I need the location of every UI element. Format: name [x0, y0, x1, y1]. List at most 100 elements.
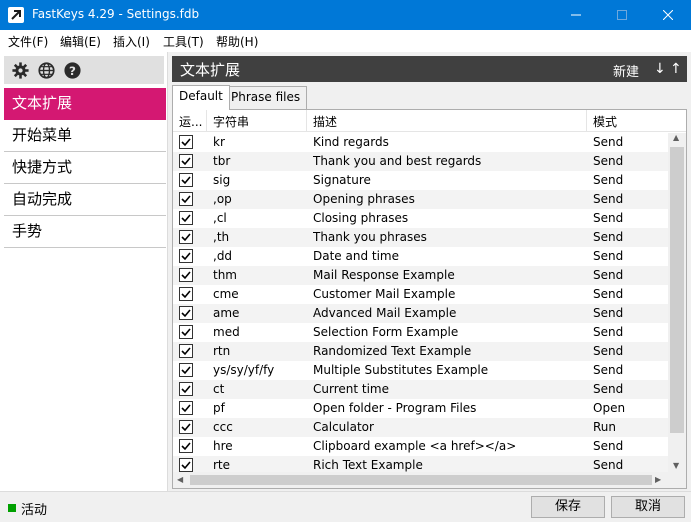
enabled-checkbox[interactable] — [179, 439, 193, 453]
scroll-up-arrow-icon[interactable]: ▲ — [673, 133, 679, 143]
mode-cell: Send — [593, 439, 624, 453]
mode-cell: Send — [593, 344, 624, 358]
gear-icon[interactable] — [12, 62, 29, 79]
checkmark-icon — [181, 347, 191, 356]
tab-phrase-files[interactable]: Phrase files — [224, 86, 308, 109]
enabled-checkbox[interactable] — [179, 344, 193, 358]
description-cell: Thank you phrases — [313, 230, 427, 244]
enabled-checkbox[interactable] — [179, 173, 193, 187]
mode-cell: Send — [593, 173, 624, 187]
maximize-button[interactable] — [599, 0, 645, 30]
scroll-left-arrow-icon[interactable]: ◀ — [177, 475, 183, 485]
table-row[interactable]: thm Mail Response Example Send — [173, 266, 668, 285]
checkmark-icon — [181, 214, 191, 223]
table-row[interactable]: med Selection Form Example Send — [173, 323, 668, 342]
table-row[interactable]: kr Kind regards Send — [173, 133, 668, 152]
mode-cell: Send — [593, 382, 624, 396]
description-cell: Randomized Text Example — [313, 344, 472, 358]
menu-edit[interactable]: 编辑(E) — [60, 33, 101, 50]
abbreviation-cell: cme — [213, 287, 239, 301]
menu-tools[interactable]: 工具(T) — [163, 33, 204, 50]
table-row[interactable]: cme Customer Mail Example Send — [173, 285, 668, 304]
enabled-checkbox[interactable] — [179, 287, 193, 301]
table-row[interactable]: ys/sy/yf/fy Multiple Substitutes Example S… — [173, 361, 668, 380]
description-cell: Mail Response Example — [313, 268, 455, 282]
mode-cell: Run — [593, 420, 617, 434]
table-row[interactable]: tbr Thank you and best regards Send — [173, 152, 668, 171]
globe-icon[interactable] — [38, 62, 55, 79]
sidebar-item-autocomplete[interactable]: 自动完成 — [4, 184, 166, 216]
help-icon[interactable]: ? — [64, 62, 81, 79]
column-header-abbreviation[interactable]: 字符串 — [213, 113, 249, 130]
enabled-checkbox[interactable] — [179, 154, 193, 168]
horizontal-scrollbar[interactable]: ◀ ▶ — [173, 472, 668, 488]
mode-cell: Send — [593, 306, 624, 320]
enabled-checkbox[interactable] — [179, 135, 193, 149]
table-row[interactable]: ,op Opening phrases Send — [173, 190, 668, 209]
checkmark-icon — [181, 252, 191, 261]
table-row[interactable]: ,th Thank you phrases Send — [173, 228, 668, 247]
enabled-checkbox[interactable] — [179, 230, 193, 244]
table-row[interactable]: ame Advanced Mail Example Send — [173, 304, 668, 323]
checkmark-icon — [181, 328, 191, 337]
minimize-button[interactable] — [553, 0, 599, 30]
enabled-checkbox[interactable] — [179, 420, 193, 434]
abbreviation-cell: kr — [213, 135, 225, 149]
sidebar-item-text-expansion[interactable]: 文本扩展 — [4, 88, 166, 120]
enabled-checkbox[interactable] — [179, 249, 193, 263]
move-up-icon[interactable]: ↑ — [670, 61, 682, 77]
table-row[interactable]: ccc Calculator Run — [173, 418, 668, 437]
enabled-checkbox[interactable] — [179, 458, 193, 472]
tab-default[interactable]: Default — [172, 85, 230, 110]
abbreviation-cell: ame — [213, 306, 240, 320]
phrase-table: 运... 字符串 描述 模式 kr Kind regards Send tbr Than… — [172, 109, 687, 489]
cancel-button[interactable]: 取消 — [611, 496, 685, 518]
table-header: 运... 字符串 描述 模式 — [173, 110, 686, 132]
enabled-checkbox[interactable] — [179, 363, 193, 377]
column-header-run[interactable]: 运... — [179, 113, 205, 130]
new-button[interactable]: 新建 — [613, 61, 639, 80]
table-row[interactable]: rtn Randomized Text Example Send — [173, 342, 668, 361]
checkmark-icon — [181, 423, 191, 432]
move-down-icon[interactable]: ↓ — [654, 61, 666, 77]
vertical-scroll-thumb[interactable] — [670, 147, 684, 433]
enabled-checkbox[interactable] — [179, 306, 193, 320]
scroll-down-arrow-icon[interactable]: ▼ — [673, 461, 679, 471]
title-bar: FastKeys 4.29 - Settings.fdb — [0, 0, 691, 30]
enabled-checkbox[interactable] — [179, 325, 193, 339]
table-row[interactable]: hre Clipboard example <a href></a> Send — [173, 437, 668, 456]
save-button[interactable]: 保存 — [531, 496, 605, 518]
enabled-checkbox[interactable] — [179, 268, 193, 282]
mode-cell: Send — [593, 363, 624, 377]
checkmark-icon — [181, 138, 191, 147]
sidebar-item-shortcuts[interactable]: 快捷方式 — [4, 152, 166, 184]
mode-cell: Send — [593, 211, 624, 225]
description-cell: Current time — [313, 382, 389, 396]
abbreviation-cell: thm — [213, 268, 237, 282]
horizontal-scroll-thumb[interactable] — [190, 475, 652, 485]
sidebar-item-gestures[interactable]: 手势 — [4, 216, 166, 248]
enabled-checkbox[interactable] — [179, 401, 193, 415]
panel-title: 文本扩展 — [180, 61, 241, 79]
mode-cell: Send — [593, 230, 624, 244]
enabled-checkbox[interactable] — [179, 382, 193, 396]
enabled-checkbox[interactable] — [179, 192, 193, 206]
vertical-scrollbar[interactable]: ▲ ▼ — [668, 133, 686, 472]
table-row[interactable]: pf Open folder - Program Files Open — [173, 399, 668, 418]
status-bar: 活动 保存 取消 — [0, 491, 691, 522]
column-header-mode[interactable]: 模式 — [593, 113, 617, 130]
enabled-checkbox[interactable] — [179, 211, 193, 225]
sidebar-item-start-menu[interactable]: 开始菜单 — [4, 120, 166, 152]
abbreviation-cell: ,op — [213, 192, 232, 206]
menu-insert[interactable]: 插入(I) — [113, 33, 150, 50]
table-row[interactable]: ,dd Date and time Send — [173, 247, 668, 266]
scrollbar-corner — [668, 472, 686, 488]
table-row[interactable]: ,cl Closing phrases Send — [173, 209, 668, 228]
menu-help[interactable]: 帮助(H) — [216, 33, 258, 50]
column-header-description[interactable]: 描述 — [313, 113, 337, 130]
menu-file[interactable]: 文件(F) — [8, 33, 48, 50]
scroll-right-arrow-icon[interactable]: ▶ — [655, 475, 661, 485]
table-row[interactable]: sig Signature Send — [173, 171, 668, 190]
table-row[interactable]: ct Current time Send — [173, 380, 668, 399]
close-button[interactable] — [645, 0, 691, 30]
